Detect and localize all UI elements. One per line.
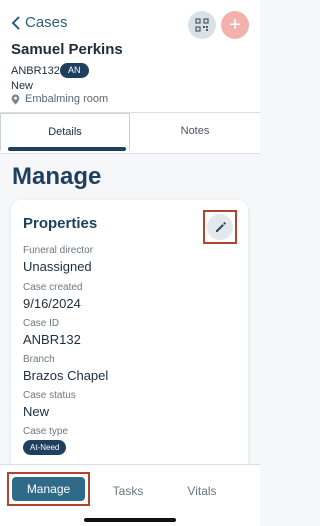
qr-code-icon	[195, 18, 209, 32]
field-value-funeral-director: Unassigned	[23, 259, 92, 274]
location-label: Embalming room	[25, 93, 109, 105]
case-header: Cases + Samuel Perkins ANBR132 AN New Em…	[0, 0, 260, 112]
active-tab-indicator	[8, 147, 126, 151]
nav-manage-highlight: Manage	[7, 472, 90, 506]
location-pin-icon	[11, 94, 20, 104]
field-value-branch: Brazos Chapel	[23, 368, 109, 383]
field-value-case-created: 9/16/2024	[23, 296, 81, 311]
case-id: ANBR132	[11, 65, 60, 77]
plus-icon: +	[229, 14, 241, 36]
chevron-left-icon	[11, 15, 20, 30]
case-type-badge: AN	[60, 63, 89, 78]
field-value-case-id: ANBR132	[23, 332, 81, 347]
tab-notes[interactable]: Notes	[130, 113, 260, 151]
bottom-navigation: Manage Tasks Vitals	[0, 464, 260, 526]
add-button[interactable]: +	[221, 11, 249, 39]
nav-tasks[interactable]: Tasks	[106, 484, 150, 498]
properties-title: Properties	[23, 215, 98, 232]
field-label-case-id: Case ID	[23, 318, 60, 329]
edit-properties-button[interactable]	[207, 214, 233, 240]
page-title: Manage	[12, 163, 102, 190]
field-label-branch: Branch	[23, 354, 55, 365]
properties-card: Properties Funeral director Unassigned C…	[11, 200, 248, 480]
case-location: Embalming room	[11, 93, 108, 105]
back-button[interactable]: Cases	[11, 14, 68, 31]
case-type-value-badge: At-Need	[23, 440, 67, 455]
qr-scan-button[interactable]	[188, 11, 216, 39]
nav-manage[interactable]: Manage	[12, 477, 85, 501]
pencil-icon	[215, 221, 226, 232]
field-value-case-status: New	[23, 404, 50, 419]
back-label: Cases	[25, 14, 68, 31]
case-name: Samuel Perkins	[11, 41, 123, 58]
nav-vitals[interactable]: Vitals	[180, 484, 224, 498]
edit-highlight	[203, 210, 237, 244]
field-label-case-created: Case created	[23, 282, 83, 293]
field-label-case-type: Case type	[23, 426, 69, 437]
field-label-funeral-director: Funeral director	[23, 245, 94, 256]
home-indicator	[84, 518, 176, 522]
tab-details[interactable]: Details	[0, 113, 130, 151]
field-label-case-status: Case status	[23, 390, 76, 401]
case-status: New	[11, 80, 34, 92]
